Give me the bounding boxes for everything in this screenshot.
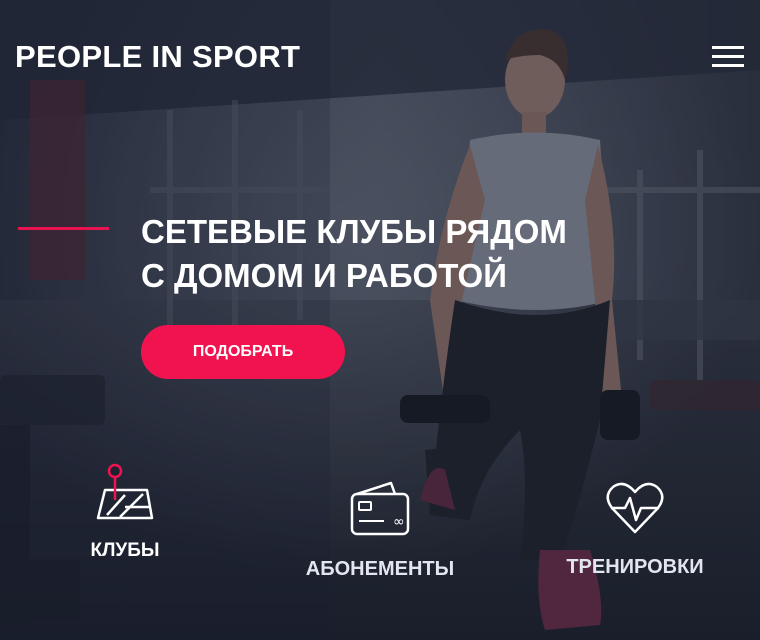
- hamburger-menu-icon[interactable]: [712, 46, 744, 68]
- feature-clubs[interactable]: КЛУБЫ: [60, 462, 190, 562]
- headline-line-1: СЕТЕВЫЕ КЛУБЫ РЯДОМ: [141, 213, 567, 250]
- membership-card-icon: ∞: [350, 481, 410, 536]
- feature-trainings[interactable]: ТРЕНИРОВКИ: [545, 480, 725, 579]
- feature-trainings-label: ТРЕНИРОВКИ: [566, 556, 704, 578]
- headline-line-2: С ДОМОМ И РАБОТОЙ: [141, 257, 507, 294]
- choose-button[interactable]: ПОДОБРАТЬ: [141, 325, 345, 379]
- feature-memberships[interactable]: ∞ АБОНЕМЕНТЫ: [290, 480, 470, 581]
- hero-headline: СЕТЕВЫЕ КЛУБЫ РЯДОМ С ДОМОМ И РАБОТОЙ: [141, 210, 567, 298]
- map-pin-icon: [96, 463, 154, 520]
- heart-pulse-icon: [606, 482, 664, 534]
- brand-logo[interactable]: PEOPLE IN SPORT: [15, 39, 300, 75]
- feature-clubs-label: КЛУБЫ: [90, 540, 160, 561]
- feature-memberships-label: АБОНЕМЕНТЫ: [305, 558, 455, 580]
- svg-text:∞: ∞: [393, 514, 405, 530]
- accent-line: [18, 227, 109, 230]
